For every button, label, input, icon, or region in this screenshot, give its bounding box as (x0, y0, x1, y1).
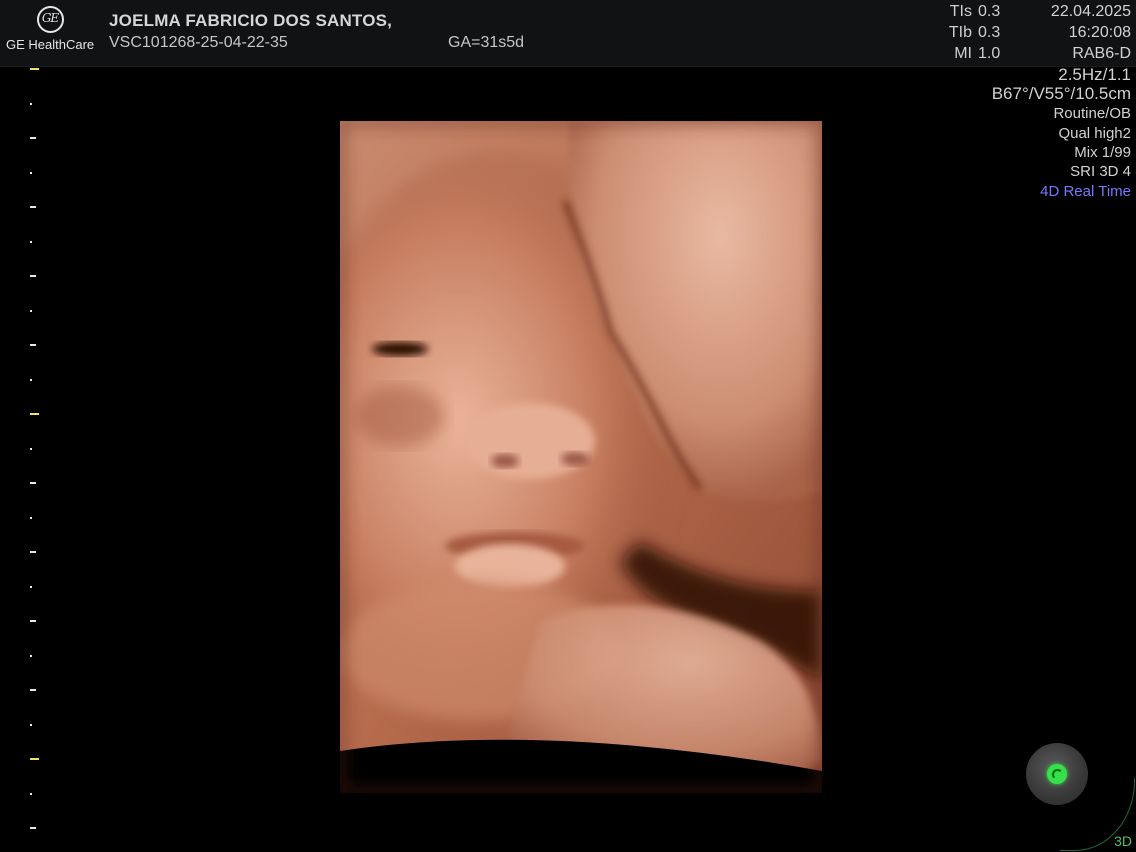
depth-tick (30, 655, 32, 657)
depth-tick (30, 724, 32, 726)
depth-tick (30, 551, 36, 553)
depth-tick (30, 137, 36, 139)
index-tib: TIb 0.3 (949, 24, 1018, 44)
depth-tick (30, 413, 39, 415)
depth-tick (30, 793, 32, 795)
mode-param: 4D Real Time (1040, 183, 1131, 200)
patient-name: JOELMA FABRICIO DOS SANTOS, (109, 11, 393, 30)
depth-tick (30, 275, 36, 277)
eye (372, 342, 428, 356)
nostril (561, 452, 589, 466)
mix-param: Mix 1/99 (1074, 144, 1131, 161)
exam-date: 22.04.2025 (1050, 3, 1131, 20)
gestational-age: GA=31s5d (448, 34, 525, 51)
ge-monogram-icon: GE (36, 6, 64, 33)
depth-tick (30, 586, 32, 588)
depth-tick (30, 758, 39, 760)
brand-name: GE HealthCare (6, 37, 95, 52)
depth-tick (30, 310, 32, 312)
depth-tick (30, 482, 36, 484)
mode-3d-label: 3D (1114, 833, 1132, 849)
depth-tick (30, 206, 36, 208)
cheek-shadow (355, 386, 445, 446)
depth-tick (30, 827, 36, 829)
index-value: 1.0 (978, 45, 1001, 62)
volume-param: B67°/V55°/10.5cm (991, 84, 1131, 103)
index-mi: MI 1.0 (954, 45, 1018, 65)
depth-tick (30, 448, 32, 450)
depth-tick (30, 620, 36, 622)
depth-tick (30, 241, 32, 243)
depth-tick (30, 172, 32, 174)
exam-time: 16:20:08 (1068, 24, 1131, 41)
sri-param: SRI 3D 4 (1070, 163, 1131, 180)
exam-id: VSC101268-25-04-22-35 (109, 34, 288, 51)
index-label: MI (954, 45, 972, 62)
depth-tick (30, 689, 36, 691)
depth-tick (30, 379, 32, 381)
depth-tick (30, 68, 39, 70)
nose (465, 403, 595, 479)
ge-healthcare-logo: GE GE HealthCare (6, 6, 94, 56)
index-label: TIb (948, 24, 972, 41)
quality-param: Qual high2 (1058, 125, 1131, 142)
probe-name: RAB6-D (1072, 45, 1131, 62)
fetal-3d-render (340, 121, 822, 793)
preset-param: Routine/OB (1053, 105, 1131, 122)
frequency-param: 2.5Hz/1.1 (1058, 65, 1131, 84)
depth-tick (30, 517, 32, 519)
nostril (491, 454, 519, 468)
index-value: 0.3 (978, 3, 1001, 20)
depth-tick (30, 103, 32, 105)
index-label: TIs (949, 3, 972, 20)
index-value: 0.3 (978, 24, 1001, 41)
index-tis: TIs 0.3 (950, 3, 1018, 23)
depth-tick (30, 344, 36, 346)
